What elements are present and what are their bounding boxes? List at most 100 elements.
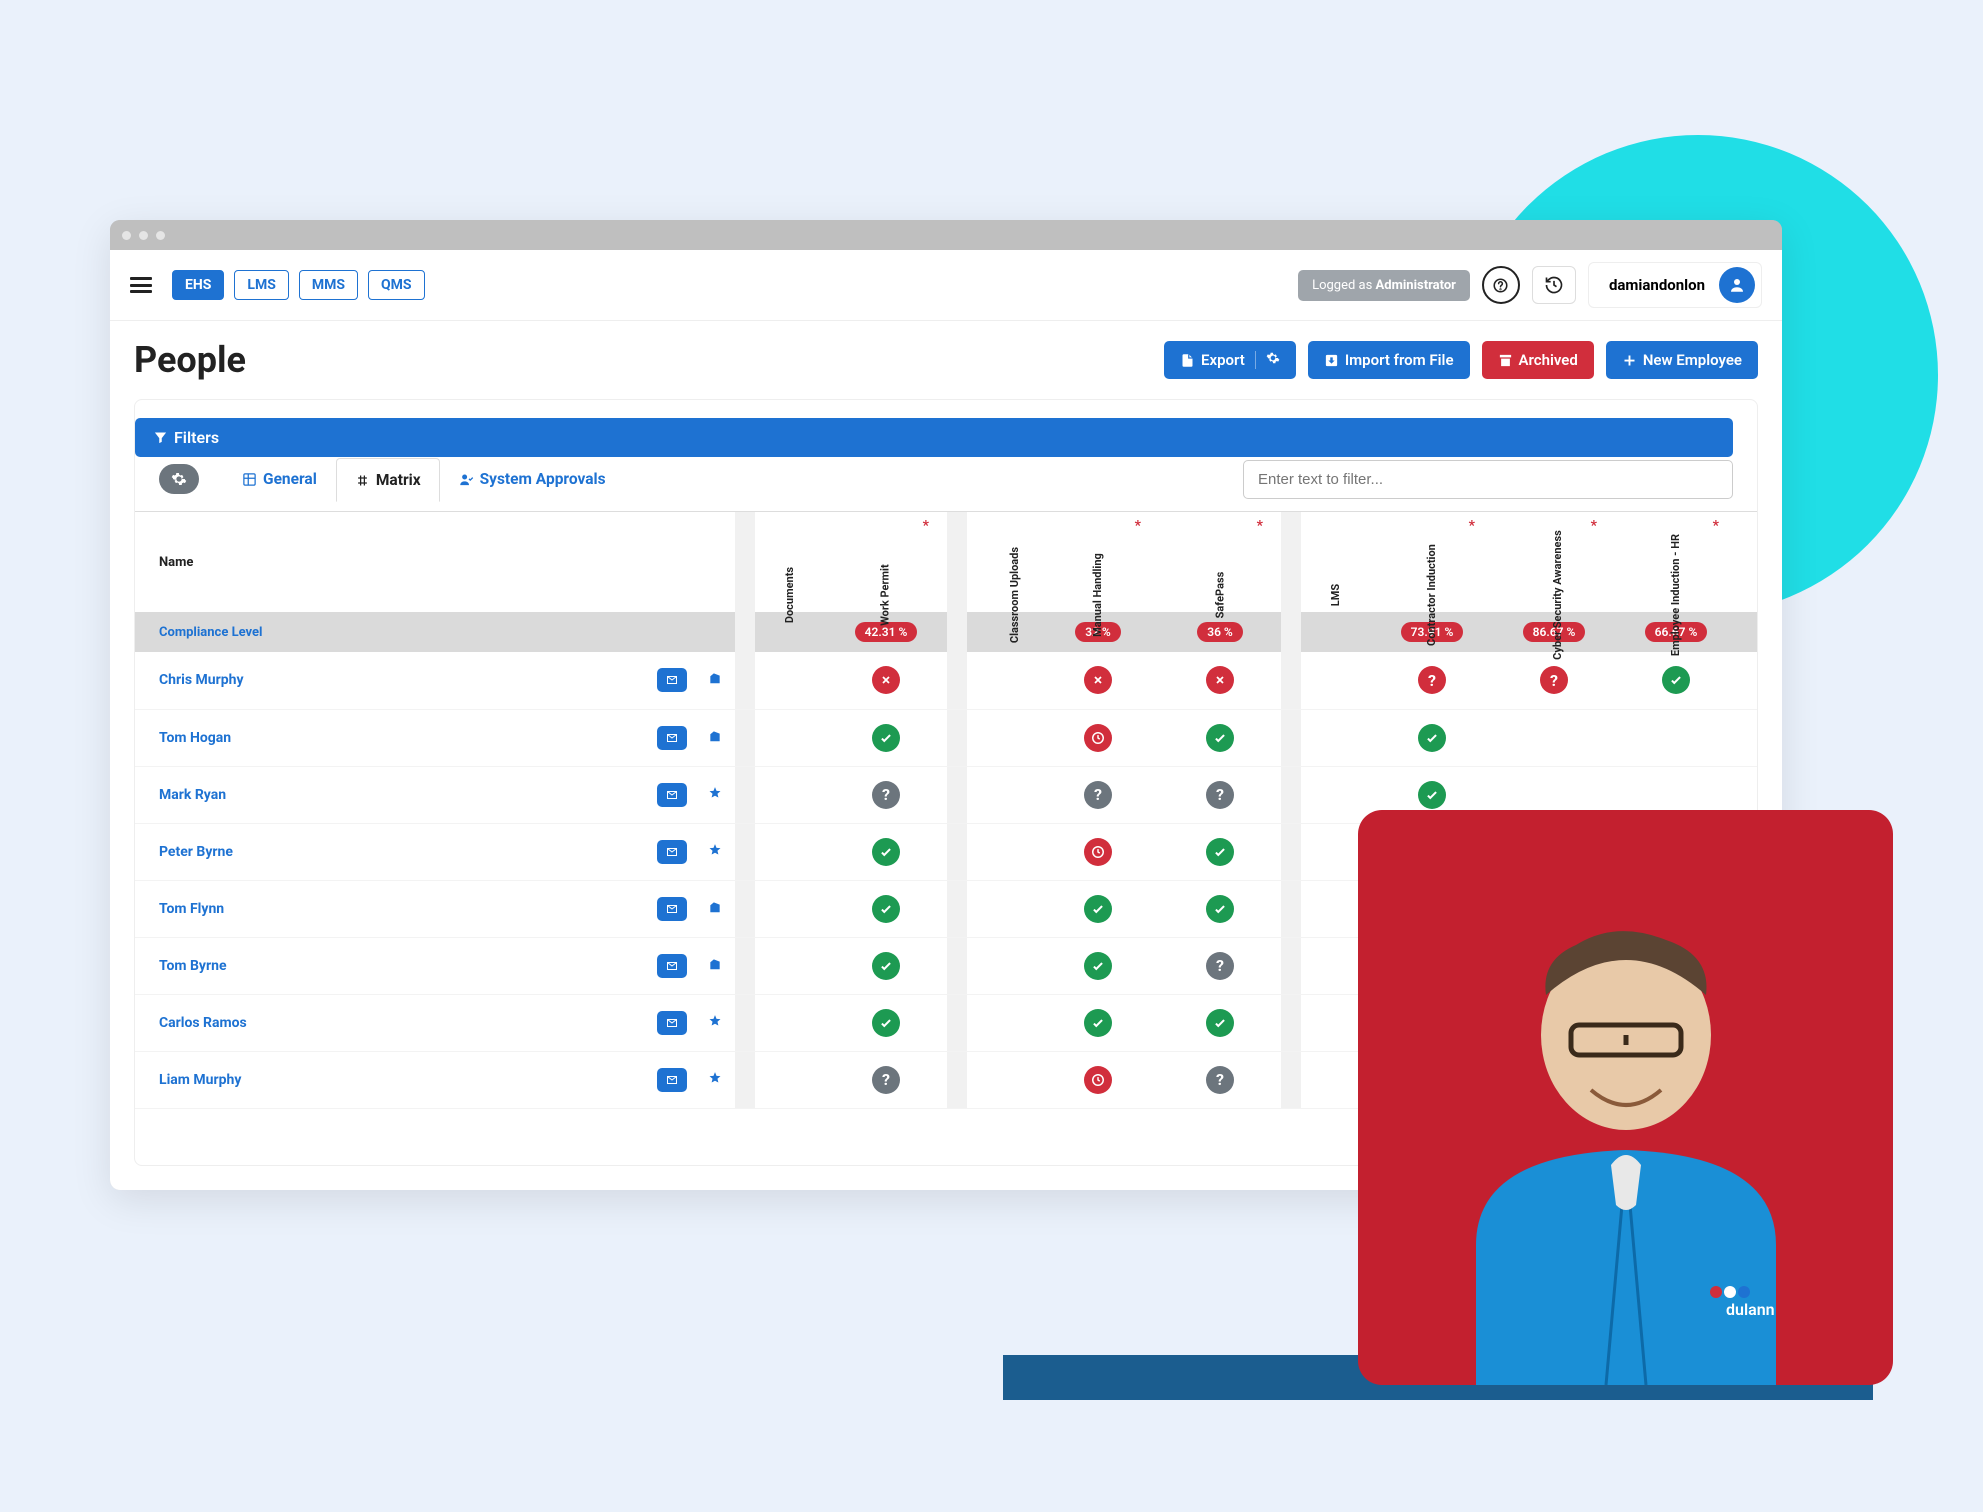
email-button[interactable] — [657, 840, 687, 864]
new-employee-label: New Employee — [1643, 351, 1742, 369]
type-icon — [708, 902, 722, 918]
employee-name[interactable]: Tom Hogan — [135, 709, 655, 766]
col-work-permit: *Work Permit — [825, 512, 947, 612]
status-icon — [872, 666, 900, 694]
email-button[interactable] — [657, 726, 687, 750]
col-lms: LMS — [1301, 512, 1371, 612]
module-tab-mms[interactable]: MMS — [299, 270, 358, 300]
status-icon — [1206, 724, 1234, 752]
col-employee-induction: *Employee Induction - HR — [1615, 512, 1737, 612]
window-dot — [122, 231, 131, 240]
panel-settings-button[interactable] — [159, 464, 199, 494]
filter-input[interactable] — [1243, 460, 1733, 499]
status-icon: ? — [1206, 952, 1234, 980]
history-button[interactable] — [1532, 266, 1576, 304]
person-illustration: dulann — [1416, 885, 1836, 1385]
archive-icon — [1498, 353, 1513, 368]
hamburger-menu-icon[interactable] — [130, 277, 152, 293]
avatar-icon — [1719, 267, 1755, 303]
col-manual-handling-practical: *Manual Handling - Includes Practical As… — [1737, 512, 1757, 612]
col-safepass: *SafePass — [1159, 512, 1281, 612]
employee-name[interactable]: Liam Murphy — [135, 1051, 655, 1108]
window-dot — [139, 231, 148, 240]
status-icon — [1206, 895, 1234, 923]
export-settings-icon[interactable] — [1255, 351, 1280, 369]
status-icon: ? — [1206, 781, 1234, 809]
status-icon — [1206, 1009, 1234, 1037]
export-label: Export — [1201, 351, 1245, 369]
module-tabs: EHS LMS MMS QMS — [172, 270, 425, 300]
status-icon: ? — [872, 781, 900, 809]
import-label: Import from File — [1345, 351, 1454, 369]
status-icon — [1084, 1009, 1112, 1037]
employee-name[interactable]: Tom Byrne — [135, 937, 655, 994]
import-button[interactable]: Import from File — [1308, 341, 1470, 379]
status-icon: ? — [1540, 666, 1568, 694]
compliance-label: Compliance Level — [135, 612, 735, 652]
employee-name[interactable]: Mark Ryan — [135, 766, 655, 823]
email-button[interactable] — [657, 897, 687, 921]
status-icon — [1662, 666, 1690, 694]
col-classroom-uploads: Classroom Uploads — [967, 512, 1037, 612]
subtab-general[interactable]: General — [223, 457, 336, 501]
status-icon — [1084, 666, 1112, 694]
table-row: Chris Murphy?? — [135, 652, 1757, 709]
employee-name[interactable]: Tom Flynn — [135, 880, 655, 937]
email-button[interactable] — [657, 1068, 687, 1092]
export-icon — [1180, 353, 1195, 368]
status-icon: ? — [1206, 1066, 1234, 1094]
type-icon — [708, 788, 722, 804]
filters-button[interactable]: Filters — [135, 418, 1733, 457]
window-dot — [156, 231, 165, 240]
help-icon — [1493, 278, 1508, 293]
type-icon — [708, 673, 722, 689]
email-button[interactable] — [657, 668, 687, 692]
status-icon — [872, 724, 900, 752]
type-icon — [708, 731, 722, 747]
export-button[interactable]: Export — [1164, 341, 1296, 379]
filters-label: Filters — [174, 428, 219, 447]
logged-as-role: Administrator — [1376, 278, 1456, 293]
email-button[interactable] — [657, 783, 687, 807]
status-icon: ? — [1084, 781, 1112, 809]
type-icon — [708, 959, 722, 975]
username-label: damiandonlon — [1603, 276, 1711, 294]
status-icon — [1084, 838, 1112, 866]
module-tab-qms[interactable]: QMS — [368, 270, 425, 300]
subtab-general-label: General — [263, 470, 317, 488]
subtab-system-approvals[interactable]: System Approvals — [440, 457, 625, 501]
status-icon — [1084, 952, 1112, 980]
status-icon — [1206, 838, 1234, 866]
table-row: Tom Hogan — [135, 709, 1757, 766]
col-name: Name — [135, 512, 655, 612]
module-tab-ehs[interactable]: EHS — [172, 270, 224, 300]
subtab-matrix-label: Matrix — [376, 471, 421, 489]
status-icon — [872, 838, 900, 866]
archived-button[interactable]: Archived — [1482, 341, 1594, 379]
user-menu[interactable]: damiandonlon — [1588, 262, 1762, 308]
top-nav: EHS LMS MMS QMS Logged as Administrator … — [110, 250, 1782, 321]
email-button[interactable] — [657, 1011, 687, 1035]
filter-icon — [153, 430, 168, 445]
col-cyber-security: *Cyber Security Awareness — [1493, 512, 1615, 612]
new-employee-button[interactable]: New Employee — [1606, 341, 1758, 379]
status-icon — [1084, 895, 1112, 923]
status-icon — [872, 952, 900, 980]
user-approve-icon — [459, 472, 474, 487]
archived-label: Archived — [1519, 351, 1578, 369]
help-button[interactable] — [1482, 266, 1520, 304]
type-icon — [708, 1073, 722, 1089]
compliance-row: Compliance Level 42.31 % 32 % 36 % 73.91… — [135, 612, 1757, 652]
gear-icon — [171, 471, 187, 487]
email-button[interactable] — [657, 954, 687, 978]
page-title: People — [134, 339, 246, 381]
employee-name[interactable]: Carlos Ramos — [135, 994, 655, 1051]
status-icon — [1206, 666, 1234, 694]
subtab-matrix[interactable]: Matrix — [336, 458, 440, 502]
module-tab-lms[interactable]: LMS — [234, 270, 288, 300]
employee-name[interactable]: Peter Byrne — [135, 823, 655, 880]
subtab-approvals-label: System Approvals — [480, 470, 606, 488]
status-icon — [872, 1009, 900, 1037]
person-photo-card: dulann — [1358, 810, 1893, 1385]
employee-name[interactable]: Chris Murphy — [135, 652, 655, 709]
